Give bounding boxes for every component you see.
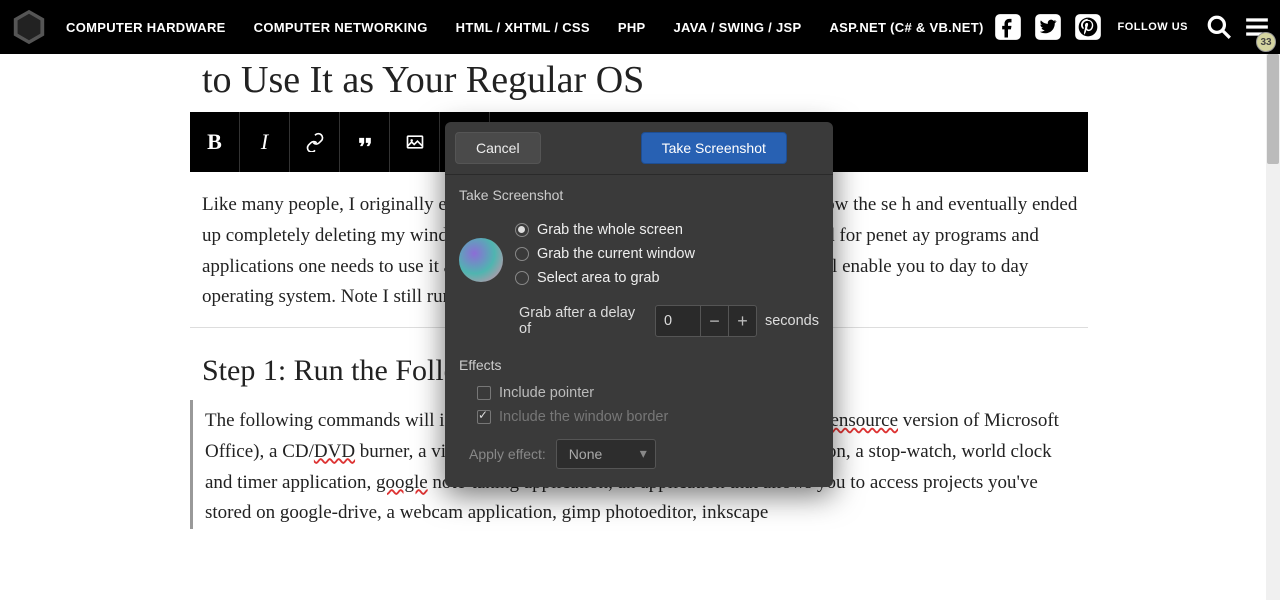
- delay-label: Grab after a delay of: [519, 305, 647, 337]
- take-screenshot-button[interactable]: Take Screenshot: [641, 132, 787, 164]
- top-nav: COMPUTER HARDWARE COMPUTER NETWORKING HT…: [0, 0, 1280, 54]
- screenshot-app-icon: [459, 238, 503, 282]
- text: Step 1: Run the Follo: [202, 354, 459, 387]
- radio-label: Grab the current window: [537, 246, 695, 262]
- hamburger-icon[interactable]: 33: [1244, 14, 1270, 40]
- nav-right: FOLLOW US 33: [994, 13, 1271, 41]
- quote-button[interactable]: [340, 112, 390, 172]
- increment-button[interactable]: +: [728, 305, 756, 337]
- radio-icon: [515, 223, 529, 237]
- apply-effect-row: Apply effect: None: [459, 429, 819, 469]
- page-title: to Use It as Your Regular OS: [190, 48, 1088, 108]
- radio-icon: [515, 271, 529, 285]
- misspell-dvd: DVD: [314, 441, 355, 462]
- nav-computer-hardware[interactable]: COMPUTER HARDWARE: [66, 20, 226, 35]
- radio-label: Grab the whole screen: [537, 222, 683, 238]
- checkbox-icon: [477, 386, 491, 400]
- follow-us-label: FOLLOW US: [1118, 21, 1189, 33]
- search-icon[interactable]: [1206, 14, 1232, 40]
- twitter-icon[interactable]: [1034, 13, 1062, 41]
- facebook-icon[interactable]: [994, 13, 1022, 41]
- radio-select-area[interactable]: Select area to grab: [515, 266, 819, 290]
- screenshot-radios: Grab the whole screen Grab the current w…: [515, 218, 819, 290]
- checkbox-icon: [477, 410, 491, 424]
- pinterest-icon[interactable]: [1074, 13, 1102, 41]
- delay-suffix: seconds: [765, 313, 819, 329]
- delay-value: 0: [656, 313, 700, 329]
- nav-php[interactable]: PHP: [618, 20, 646, 35]
- dialog-section-title: Take Screenshot: [459, 187, 819, 203]
- apply-label: Apply effect:: [469, 446, 546, 462]
- nav-html-css[interactable]: HTML / XHTML / CSS: [456, 20, 590, 35]
- site-logo[interactable]: [10, 8, 48, 46]
- apply-effect-dropdown[interactable]: None: [556, 439, 656, 469]
- notification-badge: 33: [1256, 32, 1276, 52]
- italic-button[interactable]: I: [240, 112, 290, 172]
- radio-icon: [515, 247, 529, 261]
- scroll-thumb[interactable]: [1267, 54, 1279, 164]
- misspell-google: google: [376, 472, 428, 493]
- include-border-row[interactable]: Include the window border: [459, 405, 819, 429]
- image-button[interactable]: [390, 112, 440, 172]
- effects-title: Effects: [459, 357, 819, 373]
- delay-spinbox[interactable]: 0 − +: [655, 305, 757, 337]
- screenshot-dialog: Cancel Take Screenshot Take Screenshot G…: [445, 122, 833, 487]
- link-button[interactable]: [290, 112, 340, 172]
- decrement-button[interactable]: −: [700, 305, 728, 337]
- radio-current-window[interactable]: Grab the current window: [515, 242, 819, 266]
- nav-java[interactable]: JAVA / SWING / JSP: [673, 20, 801, 35]
- screenshot-mode-row: Grab the whole screen Grab the current w…: [459, 213, 819, 295]
- cancel-button[interactable]: Cancel: [455, 132, 541, 164]
- dialog-body: Take Screenshot Grab the whole screen Gr…: [445, 175, 833, 487]
- include-pointer-row[interactable]: Include pointer: [459, 381, 819, 405]
- radio-whole-screen[interactable]: Grab the whole screen: [515, 218, 819, 242]
- radio-label: Select area to grab: [537, 270, 660, 286]
- delay-row: Grab after a delay of 0 − + seconds: [459, 295, 819, 341]
- checkbox-label: Include the window border: [499, 409, 668, 425]
- dialog-header: Cancel Take Screenshot: [445, 122, 833, 175]
- text: Like many people, I originally: [202, 194, 434, 215]
- nav-links: COMPUTER HARDWARE COMPUTER NETWORKING HT…: [66, 20, 984, 35]
- nav-aspnet[interactable]: ASP.NET (C# & VB.NET): [829, 20, 983, 35]
- nav-computer-networking[interactable]: COMPUTER NETWORKING: [254, 20, 428, 35]
- checkbox-label: Include pointer: [499, 385, 594, 401]
- scrollbar[interactable]: [1266, 54, 1280, 600]
- bold-button[interactable]: B: [190, 112, 240, 172]
